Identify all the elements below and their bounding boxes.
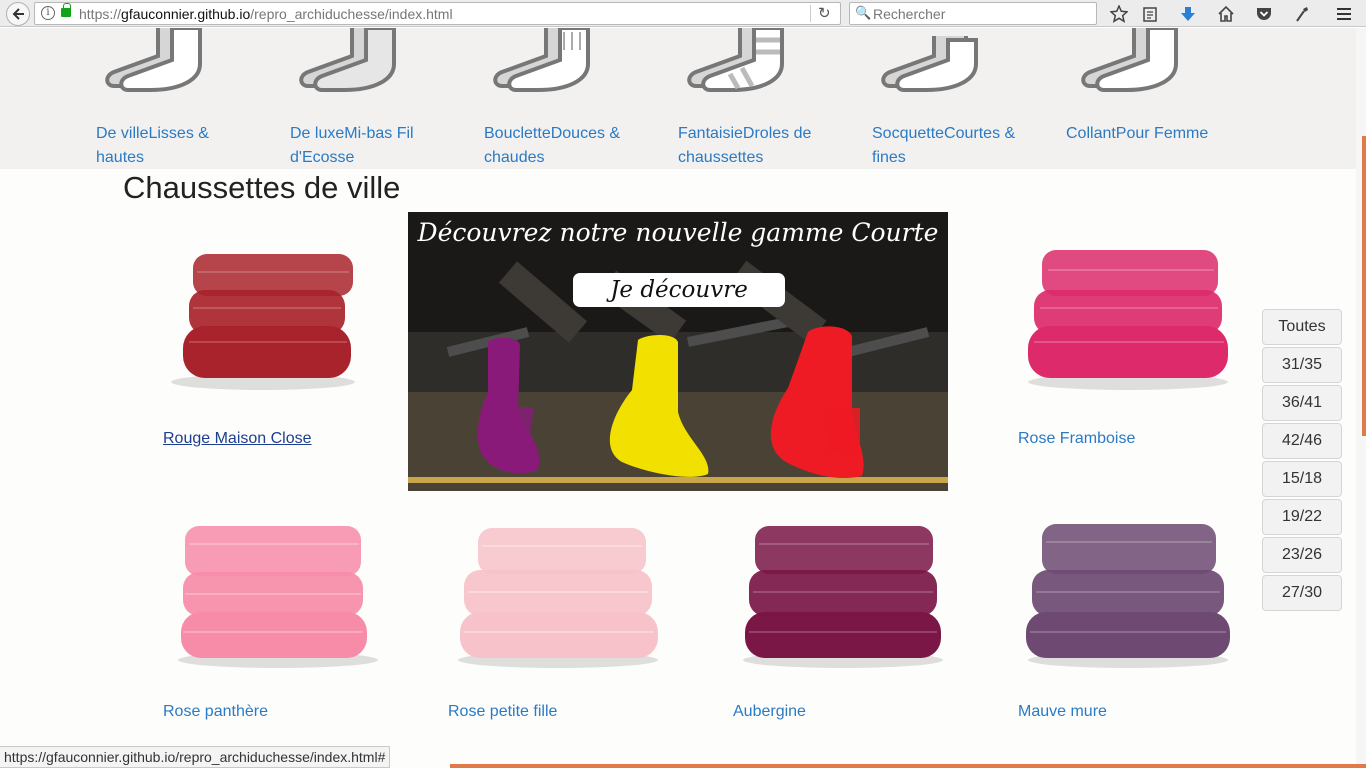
- product-image[interactable]: [163, 242, 383, 392]
- sock-illustration: [299, 28, 396, 92]
- tools-icon[interactable]: [1291, 3, 1313, 25]
- product-image[interactable]: [733, 520, 953, 670]
- product-name[interactable]: Rose Framboise: [1018, 430, 1135, 448]
- home-icon[interactable]: [1215, 3, 1237, 25]
- product-card[interactable]: Mauve mure: [1018, 520, 1238, 720]
- url-text[interactable]: https://gfauconnier.github.io/repro_arch…: [79, 6, 453, 22]
- size-filter-button[interactable]: 19/22: [1262, 499, 1342, 535]
- url-separator: [810, 5, 811, 22]
- product-name[interactable]: Rose panthère: [163, 703, 268, 721]
- product-name[interactable]: Rose petite fille: [448, 703, 557, 721]
- category-header: De villeLisses & hautes De luxeMi-bas Fi…: [0, 28, 1366, 169]
- size-filter-button[interactable]: 27/30: [1262, 575, 1342, 611]
- bookmark-star-icon[interactable]: [1108, 3, 1130, 25]
- product-image[interactable]: [448, 520, 668, 670]
- size-filter: Toutes 31/35 36/41 42/46 15/18 19/22 23/…: [1262, 309, 1342, 613]
- size-filter-button[interactable]: 31/35: [1262, 347, 1342, 383]
- product-name[interactable]: Aubergine: [733, 703, 806, 721]
- category-link-socquette[interactable]: SocquetteCourtes & fines: [872, 122, 1022, 170]
- footer-accent-line: [450, 764, 1366, 768]
- download-icon[interactable]: [1177, 3, 1199, 25]
- search-bar[interactable]: 🔍 Rechercher: [849, 2, 1097, 25]
- size-filter-button[interactable]: Toutes: [1262, 309, 1342, 345]
- url-bar[interactable]: i https://gfauconnier.github.io/repro_ar…: [34, 2, 841, 25]
- category-link-bouclette[interactable]: BoucletteDouces & chaudes: [484, 122, 634, 170]
- size-filter-button[interactable]: 15/18: [1262, 461, 1342, 497]
- menu-icon[interactable]: [1333, 3, 1355, 25]
- category-link-fantaisie[interactable]: FantaisieDroles de chaussettes: [678, 122, 828, 170]
- back-button[interactable]: [6, 2, 30, 26]
- category-link-de-luxe[interactable]: De luxeMi-bas Fil d'Ecosse: [290, 122, 430, 170]
- product-image[interactable]: [163, 520, 383, 670]
- product-card[interactable]: Aubergine: [733, 520, 953, 720]
- pocket-icon[interactable]: [1253, 3, 1275, 25]
- page-content: De villeLisses & hautes De luxeMi-bas Fi…: [0, 28, 1366, 768]
- product-name[interactable]: Rouge Maison Close: [163, 430, 312, 448]
- browser-toolbar: i https://gfauconnier.github.io/repro_ar…: [0, 0, 1366, 27]
- product-image[interactable]: [1018, 242, 1238, 392]
- info-icon[interactable]: i: [41, 6, 55, 20]
- product-card[interactable]: Rose Framboise: [1018, 242, 1238, 447]
- category-link-de-ville[interactable]: De villeLisses & hautes: [96, 122, 236, 170]
- reading-list-icon[interactable]: [1139, 3, 1161, 25]
- size-filter-button[interactable]: 23/26: [1262, 537, 1342, 573]
- reload-icon[interactable]: ↻: [818, 4, 831, 22]
- sock-illustration: [687, 28, 784, 92]
- status-bar: https://gfauconnier.github.io/repro_arch…: [0, 746, 391, 768]
- banner-title: Découvrez notre nouvelle gamme Courte: [417, 218, 939, 247]
- sock-illustration: [493, 28, 590, 92]
- search-icon: 🔍: [855, 5, 872, 20]
- product-card[interactable]: Rose panthère: [163, 520, 383, 720]
- search-input[interactable]: Rechercher: [873, 6, 945, 22]
- back-arrow-icon: [12, 8, 24, 20]
- sock-illustration: [105, 28, 202, 92]
- promo-banner[interactable]: Découvrez notre nouvelle gamme Courte Je…: [408, 212, 948, 491]
- section-title: Chaussettes de ville: [123, 170, 401, 205]
- size-filter-button[interactable]: 42/46: [1262, 423, 1342, 459]
- scrollbar-thumb[interactable]: [1362, 136, 1366, 436]
- product-name[interactable]: Mauve mure: [1018, 703, 1107, 721]
- banner-image: [408, 212, 948, 491]
- sock-illustration: [1081, 28, 1178, 92]
- sock-illustration: [881, 36, 978, 92]
- product-image[interactable]: [1018, 520, 1238, 670]
- product-card[interactable]: Rouge Maison Close: [163, 242, 383, 447]
- category-link-collant[interactable]: CollantPour Femme: [1066, 122, 1236, 146]
- discover-button[interactable]: Je découvre: [573, 273, 785, 307]
- lock-icon: [61, 3, 71, 17]
- size-filter-button[interactable]: 36/41: [1262, 385, 1342, 421]
- product-card[interactable]: Rose petite fille: [448, 520, 668, 720]
